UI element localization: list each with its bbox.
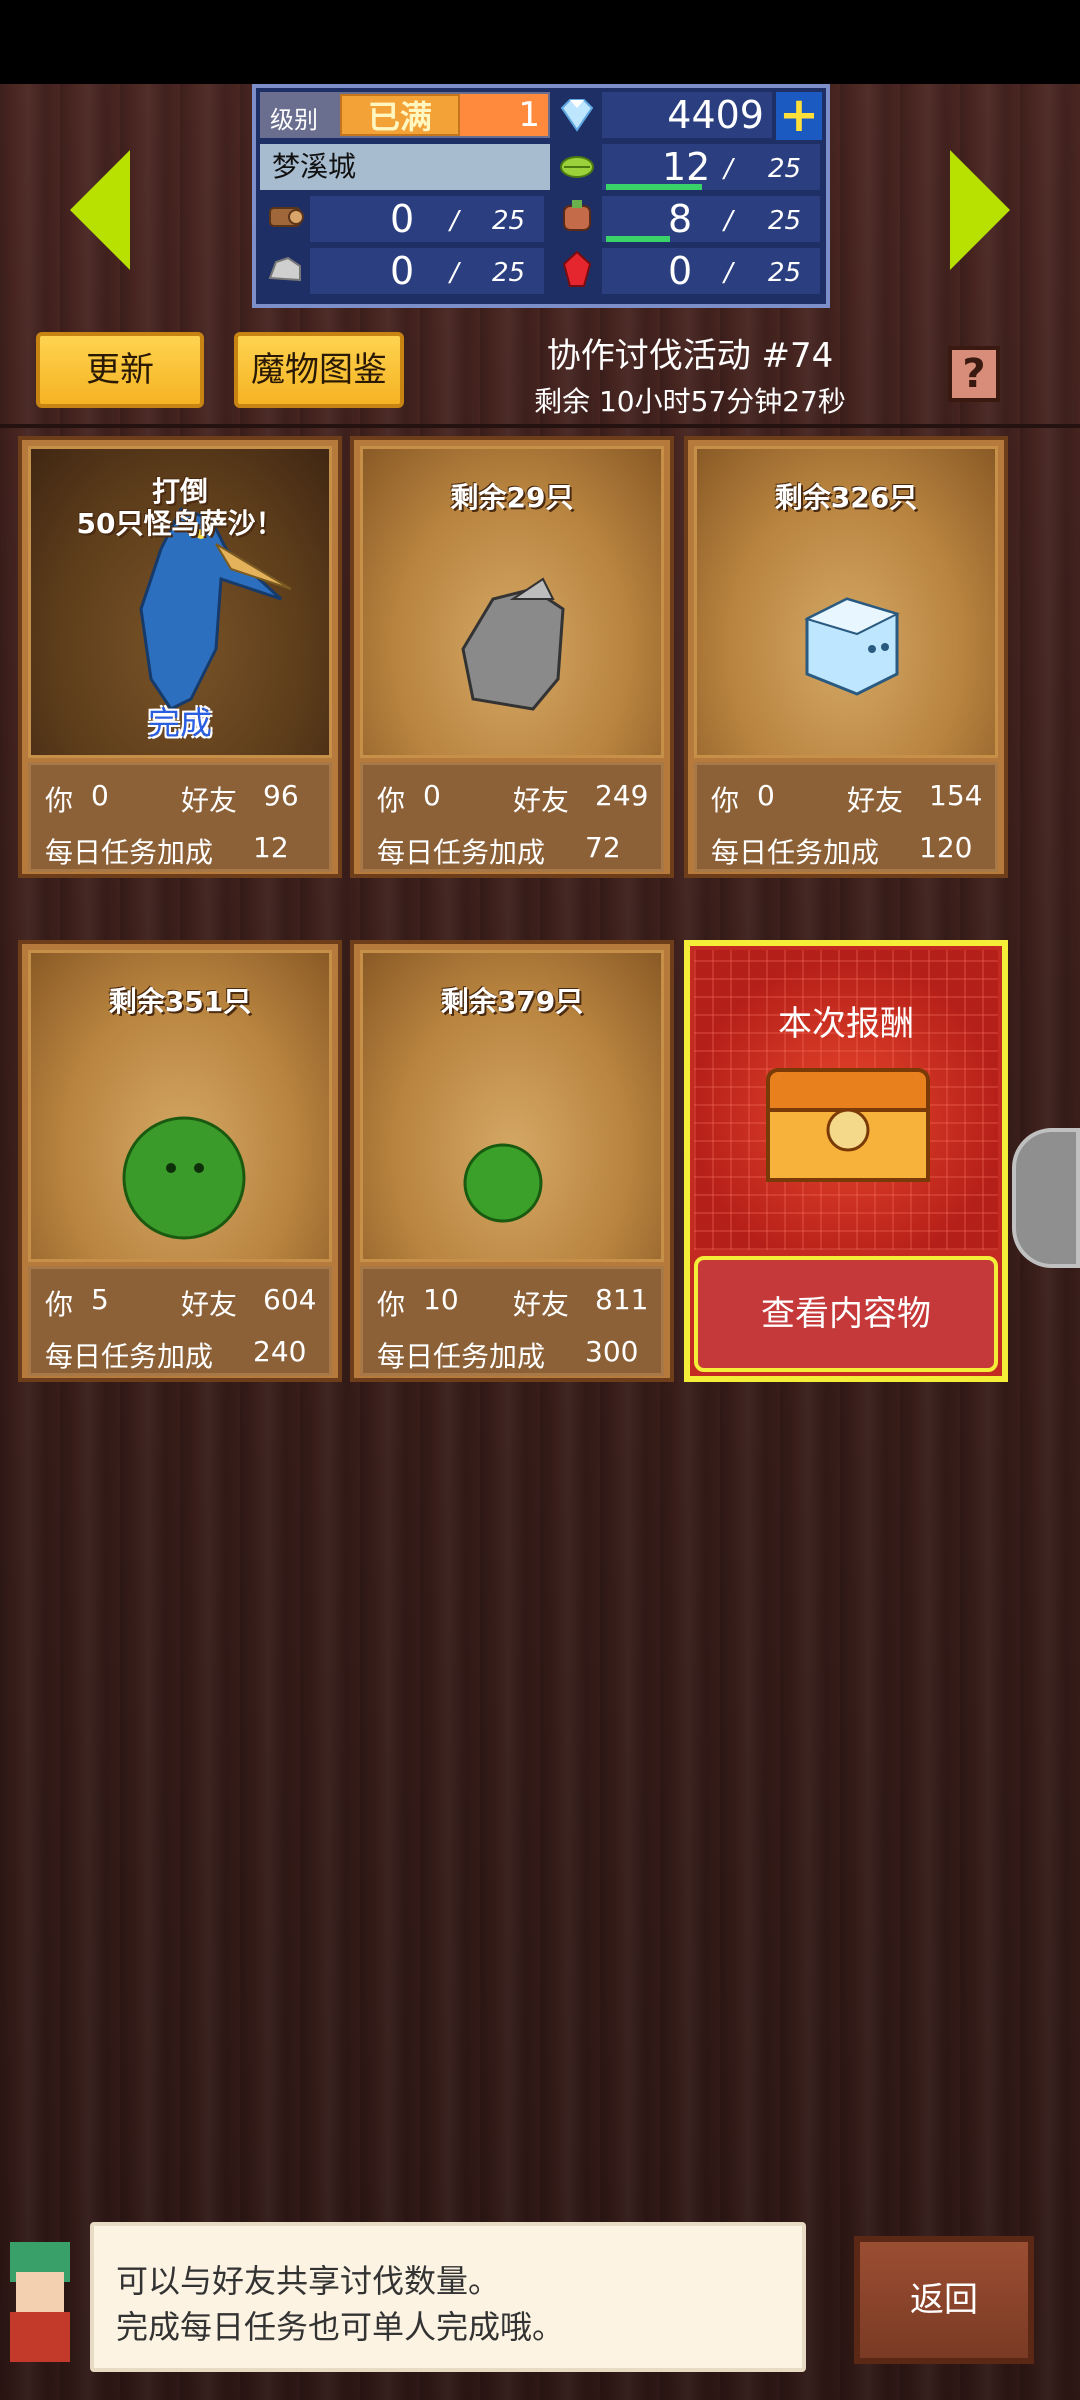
stone-current: 0 xyxy=(390,249,415,293)
back-button[interactable]: 返回 xyxy=(854,2236,1034,2364)
stone-max: 25 xyxy=(492,258,526,288)
next-arrow-icon[interactable] xyxy=(950,150,1010,270)
you-count: 0 xyxy=(423,779,441,812)
ruby-icon xyxy=(562,250,592,287)
herb-max: 25 xyxy=(768,154,802,184)
level-label: 级别 xyxy=(270,106,318,134)
event-time-remaining: 剩余 10小时57分钟27秒 xyxy=(534,385,846,418)
friend-label: 好友 xyxy=(847,784,904,817)
card-stats: 你 0 好友 249 每日任务加成 72 xyxy=(360,762,664,872)
friend-label: 好友 xyxy=(181,1288,238,1321)
wood-max: 25 xyxy=(492,206,526,236)
meat-field: 8 / 25 xyxy=(602,196,820,242)
refresh-button[interactable]: 更新 xyxy=(36,332,204,408)
monster-card-5[interactable]: 剩余379只 你 10 好友 811 每日任务加成 300 xyxy=(350,940,674,1382)
daily-label: 每日任务加成 xyxy=(377,836,546,869)
card-title: 剩余326只 xyxy=(774,481,918,514)
divider xyxy=(0,424,1080,428)
daily-label: 每日任务加成 xyxy=(45,1340,214,1373)
meat-icon xyxy=(563,200,591,231)
gem-field: 4409 xyxy=(602,92,772,138)
friend-count: 811 xyxy=(595,1283,649,1316)
daily-count: 12 xyxy=(253,831,289,864)
you-count: 5 xyxy=(91,1283,109,1316)
daily-count: 120 xyxy=(919,831,973,864)
monster-card-2[interactable]: 剩余29只 你 0 好友 249 每日任务加成 72 xyxy=(350,436,674,878)
daily-label: 每日任务加成 xyxy=(45,836,214,869)
card-stats: 你 10 好友 811 每日任务加成 300 xyxy=(360,1266,664,1376)
wood-icon xyxy=(269,207,304,227)
card-title: 剩余379只 xyxy=(440,985,584,1018)
status-bar xyxy=(0,0,1080,84)
you-count: 10 xyxy=(423,1283,459,1316)
view-contents-button[interactable]: 查看内容物 xyxy=(694,1256,998,1372)
level-status: 已满 xyxy=(340,94,460,136)
tip-bubble: 可以与好友共享讨伐数量。 完成每日任务也可单人完成哦。 xyxy=(90,2222,806,2372)
friend-count: 604 xyxy=(263,1283,317,1316)
prev-arrow-icon[interactable] xyxy=(70,150,130,270)
monster-book-button[interactable]: 魔物图鉴 xyxy=(234,332,404,408)
tip-line-2: 完成每日任务也可单人完成哦。 xyxy=(116,2308,565,2346)
card-title: 剩余29只 xyxy=(450,481,574,514)
card-title: 打倒 50只怪鸟萨沙！ xyxy=(76,475,284,540)
stone-field: 0 / 25 xyxy=(310,248,544,294)
you-label: 你 xyxy=(377,784,406,817)
you-count: 0 xyxy=(91,779,109,812)
daily-count: 72 xyxy=(585,831,621,864)
completed-label: 完成 xyxy=(147,704,212,742)
you-label: 你 xyxy=(45,784,74,817)
monster-card-4[interactable]: 剩余351只 你 5 好友 604 每日任务加成 240 xyxy=(18,940,342,1382)
city-name: 梦溪城 xyxy=(260,144,550,190)
wood-field: 0 / 25 xyxy=(310,196,544,242)
monster-card-1[interactable]: 打倒 50只怪鸟萨沙！ 完成 你 0 好友 96 每日任务加成 12 xyxy=(18,436,342,878)
wood-current: 0 xyxy=(390,197,415,241)
friend-count: 154 xyxy=(929,779,983,812)
card-title: 剩余351只 xyxy=(108,985,252,1018)
ruby-field: 0 / 25 xyxy=(602,248,820,294)
herb-icon xyxy=(560,156,594,178)
stone-icon xyxy=(268,256,301,282)
daily-label: 每日任务加成 xyxy=(711,836,880,869)
friend-count: 249 xyxy=(595,779,649,812)
card-stats: 你 0 好友 154 每日任务加成 120 xyxy=(694,762,998,872)
guide-character-avatar xyxy=(10,2242,70,2362)
friend-label: 好友 xyxy=(181,784,238,817)
you-count: 0 xyxy=(757,779,775,812)
daily-count: 300 xyxy=(585,1335,639,1368)
monster-card-3[interactable]: 剩余326只 你 0 好友 154 每日任务加成 120 xyxy=(684,436,1008,878)
level-value: 1 xyxy=(460,94,548,136)
friend-label: 好友 xyxy=(513,784,570,817)
treasure-chest-icon xyxy=(766,1068,930,1182)
you-label: 你 xyxy=(377,1288,406,1321)
you-label: 你 xyxy=(711,784,740,817)
side-tab[interactable] xyxy=(1012,1128,1080,1268)
you-label: 你 xyxy=(45,1288,74,1321)
event-title: 协作讨伐活动 #74 xyxy=(546,336,834,376)
add-gems-button[interactable]: + xyxy=(776,91,822,140)
friend-count: 96 xyxy=(263,779,299,812)
card-stats: 你 5 好友 604 每日任务加成 240 xyxy=(28,1266,332,1376)
gem-count: 4409 xyxy=(667,93,764,137)
diamond-icon xyxy=(560,99,594,132)
tip-line-1: 可以与好友共享讨伐数量。 xyxy=(116,2262,501,2300)
stats-panel: 级别 已满 1 4409 + 梦溪城 12 / 25 0 / 25 8 / 25 xyxy=(252,84,830,308)
herb-progress xyxy=(606,184,702,190)
meat-max: 25 xyxy=(768,206,802,236)
ruby-max: 25 xyxy=(768,258,802,288)
reward-card: 本次报酬 查看内容物 xyxy=(684,940,1008,1382)
daily-count: 240 xyxy=(253,1335,307,1368)
help-button[interactable]: ? xyxy=(948,346,1000,402)
friend-label: 好友 xyxy=(513,1288,570,1321)
herb-field: 12 / 25 xyxy=(602,144,820,190)
reward-art xyxy=(694,950,998,1250)
card-stats: 你 0 好友 96 每日任务加成 12 xyxy=(28,762,332,872)
reward-title: 本次报酬 xyxy=(778,1004,914,1044)
level-box: 级别 已满 1 xyxy=(260,92,550,138)
meat-progress xyxy=(606,236,670,242)
ruby-current: 0 xyxy=(668,249,693,293)
daily-label: 每日任务加成 xyxy=(377,1340,546,1373)
meat-current: 8 xyxy=(668,197,693,241)
